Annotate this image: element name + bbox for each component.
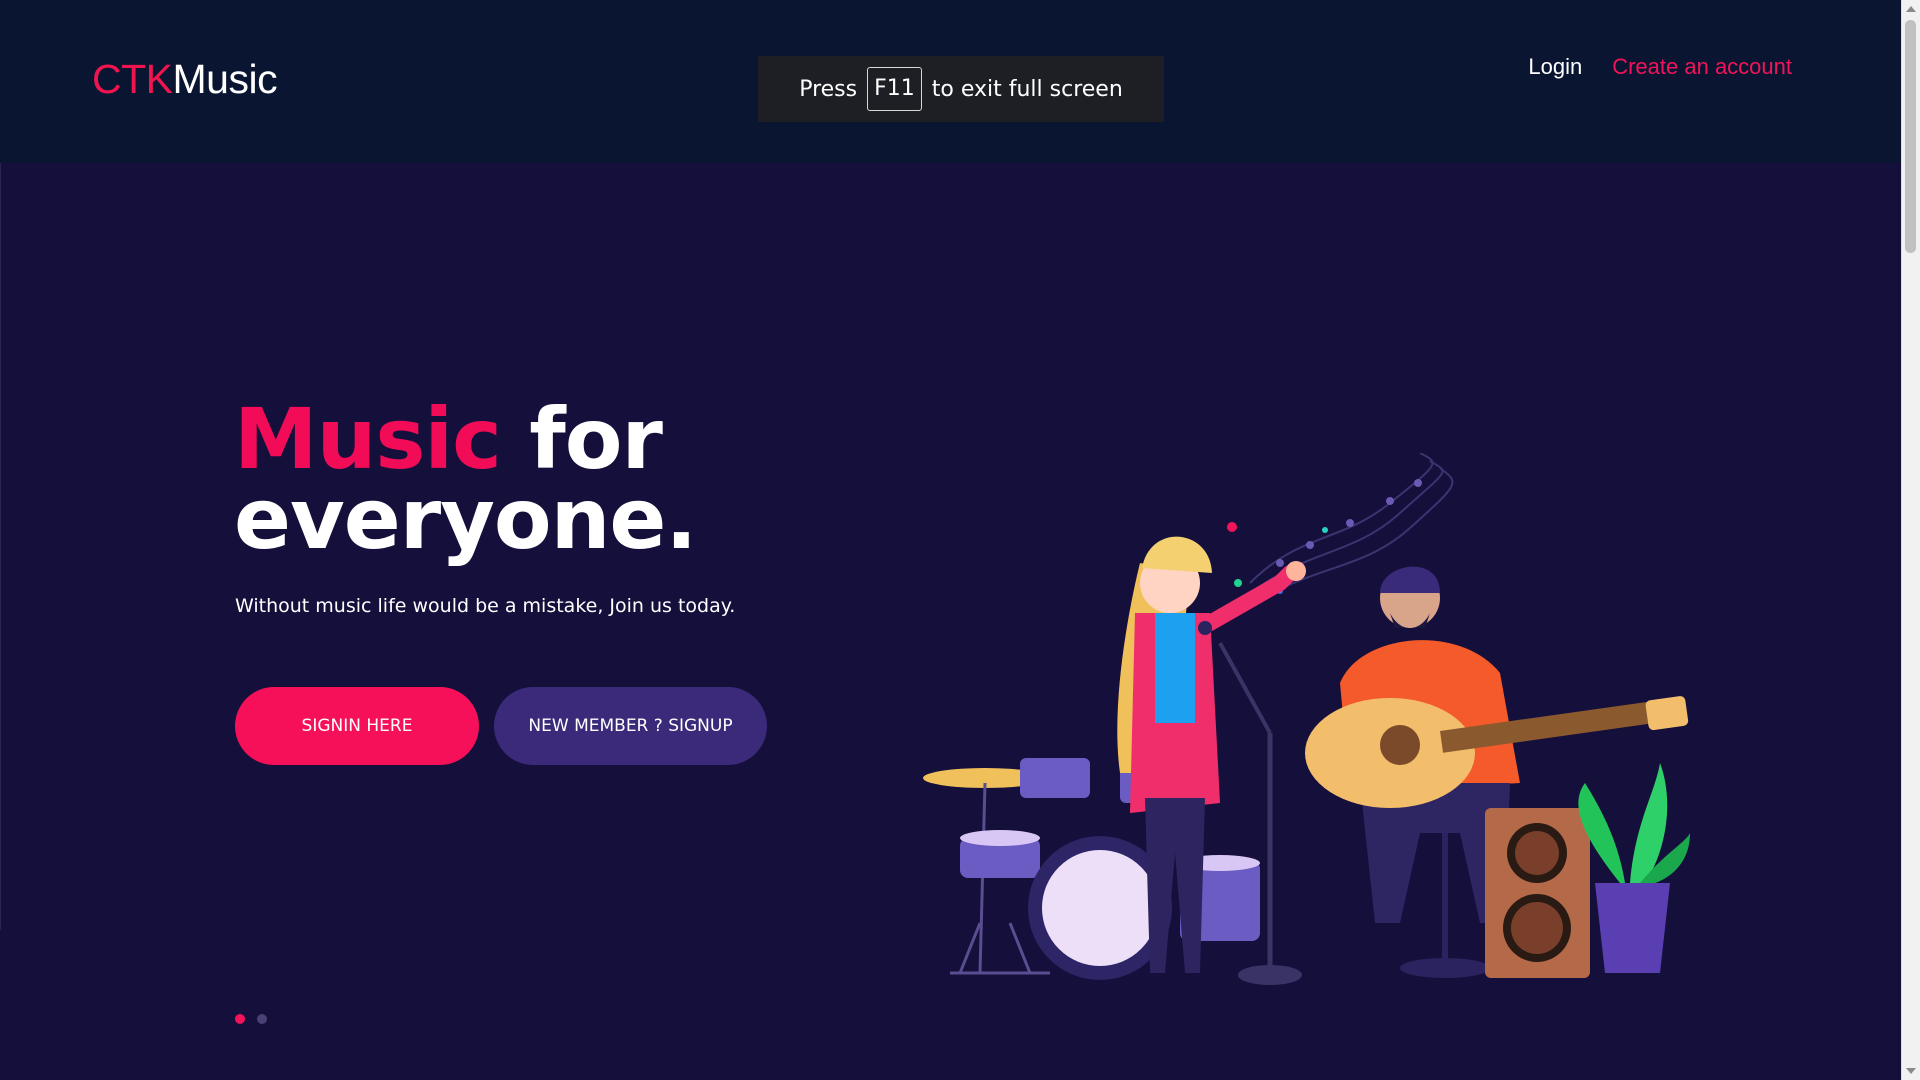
hero-section: Music for everyone. Without music life w… xyxy=(0,163,1902,1080)
fullscreen-exit-toast: Press F11 to exit full screen xyxy=(758,56,1164,122)
scrollbar-thumb[interactable] xyxy=(1905,20,1916,253)
carousel-dots xyxy=(235,1014,267,1024)
signin-button[interactable]: SIGNIN HERE xyxy=(235,687,479,765)
scroll-down-arrow-icon[interactable] xyxy=(1906,1068,1916,1074)
carousel-dot-2[interactable] xyxy=(257,1014,267,1024)
create-account-link[interactable]: Create an account xyxy=(1612,54,1792,80)
page-scrollbar[interactable] xyxy=(1901,0,1920,1080)
hero-headline: Music for everyone. xyxy=(234,397,697,561)
header-nav: Login Create an account xyxy=(1528,54,1792,80)
hero-left-edge xyxy=(0,163,1,930)
band-illustration xyxy=(923,453,1690,985)
f11-key: F11 xyxy=(867,67,922,111)
note-dot-pink xyxy=(1227,522,1237,532)
logo-prefix: CTK xyxy=(92,56,173,102)
login-link[interactable]: Login xyxy=(1528,54,1582,80)
toast-text-before: Press xyxy=(799,76,858,102)
logo-suffix: Music xyxy=(172,56,278,102)
headline-word-everyone: everyone. xyxy=(234,470,697,568)
signup-button[interactable]: NEW MEMBER ? SIGNUP xyxy=(494,687,767,765)
music-note-glyphs xyxy=(1276,479,1422,567)
hero-subtitle: Without music life would be a mistake, J… xyxy=(235,595,736,617)
top-bar: CTKMusic Press F11 to exit full screen L… xyxy=(0,0,1902,163)
carousel-dot-1[interactable] xyxy=(235,1014,245,1024)
site-logo[interactable]: CTKMusic xyxy=(92,56,278,103)
potted-plant xyxy=(1578,763,1690,973)
note-dot-green xyxy=(1234,579,1242,587)
toast-text-after: to exit full screen xyxy=(931,76,1123,102)
note-dot-teal xyxy=(1322,527,1328,533)
scroll-up-arrow-icon[interactable] xyxy=(1906,6,1916,12)
speaker xyxy=(1485,808,1590,978)
